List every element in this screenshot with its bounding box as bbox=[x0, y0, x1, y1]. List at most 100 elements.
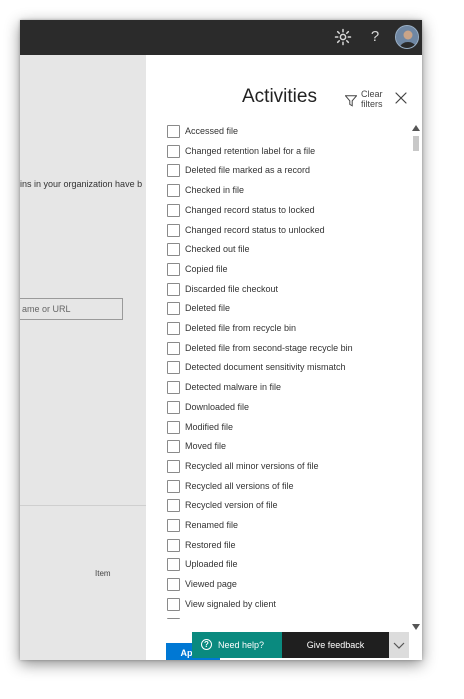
activity-label: Deleted file bbox=[185, 303, 231, 314]
checkbox[interactable] bbox=[167, 144, 180, 158]
activity-label: Changed retention label for a file bbox=[185, 145, 316, 156]
activity-checkbox-item[interactable]: Detected malware in file bbox=[166, 380, 406, 396]
activity-checkbox-item[interactable]: Deleted file marked as a record bbox=[166, 163, 406, 179]
activity-checkbox-item[interactable]: Deleted file from recycle bin bbox=[166, 321, 406, 337]
activity-label: View signaled by client bbox=[185, 598, 276, 609]
scroll-up-arrow-icon[interactable] bbox=[412, 125, 420, 131]
activity-label: Renamed file bbox=[185, 520, 239, 530]
activity-label: Copied file bbox=[185, 263, 228, 274]
checkbox[interactable] bbox=[167, 125, 180, 138]
checkbox[interactable] bbox=[167, 282, 180, 296]
activity-label: Moved file bbox=[185, 441, 227, 452]
checkbox[interactable] bbox=[167, 538, 180, 552]
checkbox[interactable] bbox=[167, 420, 180, 434]
scroll-down-arrow-icon[interactable] bbox=[412, 624, 420, 630]
checkbox[interactable] bbox=[167, 440, 180, 454]
checkbox[interactable] bbox=[167, 479, 180, 493]
activity-label: Recycled version of file bbox=[185, 500, 278, 511]
activity-checkbox-item[interactable]: Uploaded file bbox=[166, 557, 406, 573]
activity-checkbox-item[interactable]: Deleted file from second-stage recycle b… bbox=[166, 341, 406, 357]
activity-label: Modified file bbox=[185, 421, 234, 432]
checkbox[interactable] bbox=[167, 558, 180, 572]
checkbox[interactable] bbox=[167, 203, 180, 217]
checkbox[interactable] bbox=[167, 578, 180, 592]
activities-panel: Activities Clear filters Accessed file Ch… bbox=[146, 55, 422, 660]
activity-label: Discarded file checkout bbox=[185, 283, 279, 294]
filter-icon bbox=[345, 95, 357, 107]
checkbox[interactable] bbox=[167, 164, 180, 178]
need-help-label: Need help? bbox=[218, 640, 265, 650]
activities-list: Accessed file Changed retention label for… bbox=[166, 124, 406, 619]
chevron-down-icon bbox=[393, 642, 405, 649]
activity-checkbox-item[interactable]: Changed record status to locked bbox=[166, 203, 406, 219]
checkbox[interactable] bbox=[167, 617, 180, 619]
checkbox[interactable] bbox=[167, 302, 180, 316]
activity-label: Deleted file from recycle bin bbox=[185, 323, 297, 333]
activity-checkbox-item[interactable]: Deleted file bbox=[166, 301, 406, 317]
activity-checkbox-item[interactable]: Viewed page bbox=[166, 577, 406, 593]
activity-label: Checked in file bbox=[185, 185, 245, 196]
scrollbar-thumb[interactable] bbox=[413, 136, 419, 151]
activity-label: Uploaded file bbox=[185, 559, 238, 570]
clear-filters-button[interactable]: Clear filters bbox=[343, 89, 399, 115]
background-description: ins in your organization have b bbox=[20, 179, 143, 189]
activity-label: Downloaded file bbox=[185, 401, 250, 412]
checkbox[interactable] bbox=[167, 322, 180, 335]
app-window: ? ins in your organization have b ame or… bbox=[20, 20, 422, 660]
checkbox[interactable] bbox=[167, 400, 180, 414]
activity-checkbox-item[interactable]: Recycled all versions of file bbox=[166, 479, 406, 495]
checkbox[interactable] bbox=[167, 341, 180, 355]
close-icon[interactable] bbox=[394, 91, 408, 105]
activity-checkbox-item[interactable]: Renamed file bbox=[166, 518, 406, 534]
activity-checkbox-item[interactable]: Performed search query bbox=[166, 617, 406, 620]
activity-checkbox-item[interactable]: Downloaded file bbox=[166, 400, 406, 416]
activity-checkbox-item[interactable]: Detected document sensitivity mismatch bbox=[166, 360, 406, 376]
activity-label: Detected document sensitivity mismatch bbox=[185, 362, 346, 373]
checkbox[interactable] bbox=[167, 459, 180, 473]
activity-label: Restored file bbox=[185, 539, 236, 550]
activity-checkbox-item[interactable]: Modified file bbox=[166, 420, 406, 436]
background-search-placeholder: ame or URL bbox=[22, 304, 71, 314]
checkbox[interactable] bbox=[167, 361, 180, 375]
activity-label: Checked out file bbox=[185, 244, 250, 255]
activity-checkbox-item[interactable]: Discarded file checkout bbox=[166, 282, 406, 298]
activity-checkbox-item[interactable]: Copied file bbox=[166, 262, 406, 278]
help-circle-icon: ? bbox=[201, 639, 212, 650]
need-help-button[interactable]: ? Need help? bbox=[192, 632, 283, 658]
gear-icon[interactable] bbox=[334, 28, 352, 46]
checkbox[interactable] bbox=[167, 262, 180, 276]
top-bar: ? bbox=[20, 20, 422, 55]
activity-label: Accessed file bbox=[185, 126, 239, 136]
activity-checkbox-item[interactable]: Accessed file bbox=[166, 124, 406, 140]
background-column-header: Item bbox=[95, 569, 111, 578]
activity-checkbox-item[interactable]: Checked in file bbox=[166, 183, 406, 199]
activity-checkbox-item[interactable]: Restored file bbox=[166, 538, 406, 554]
feedback-toggle-button[interactable] bbox=[389, 632, 409, 658]
checkbox[interactable] bbox=[167, 381, 180, 395]
user-photo-icon bbox=[396, 26, 418, 48]
activity-checkbox-item[interactable]: Changed retention label for a file bbox=[166, 144, 406, 160]
activity-checkbox-item[interactable]: Recycled version of file bbox=[166, 498, 406, 514]
give-feedback-button[interactable]: Give feedback bbox=[282, 632, 389, 658]
checkbox[interactable] bbox=[167, 597, 180, 611]
checkbox[interactable] bbox=[167, 184, 180, 198]
checkbox[interactable] bbox=[167, 499, 180, 513]
activity-label: Deleted file from second-stage recycle b… bbox=[185, 342, 353, 353]
activity-checkbox-item[interactable]: Changed record status to unlocked bbox=[166, 223, 406, 239]
activity-label: Changed record status to unlocked bbox=[185, 224, 325, 235]
checkbox[interactable] bbox=[167, 519, 180, 532]
checkbox[interactable] bbox=[167, 243, 180, 257]
activity-label: Detected malware in file bbox=[185, 382, 282, 393]
background-search-input: ame or URL bbox=[20, 298, 123, 320]
panel-title: Activities bbox=[242, 86, 317, 107]
activity-checkbox-item[interactable]: Checked out file bbox=[166, 242, 406, 258]
activity-checkbox-item[interactable]: Recycled all minor versions of file bbox=[166, 459, 406, 475]
activity-checkbox-item[interactable]: View signaled by client bbox=[166, 597, 406, 613]
activity-checkbox-item[interactable]: Moved file bbox=[166, 439, 406, 455]
background-divider bbox=[20, 505, 146, 506]
checkbox[interactable] bbox=[167, 223, 180, 237]
help-icon[interactable]: ? bbox=[366, 26, 384, 48]
avatar[interactable] bbox=[395, 25, 419, 49]
activity-label: Deleted file marked as a record bbox=[185, 165, 311, 176]
activity-label: Performed search query bbox=[185, 618, 282, 620]
